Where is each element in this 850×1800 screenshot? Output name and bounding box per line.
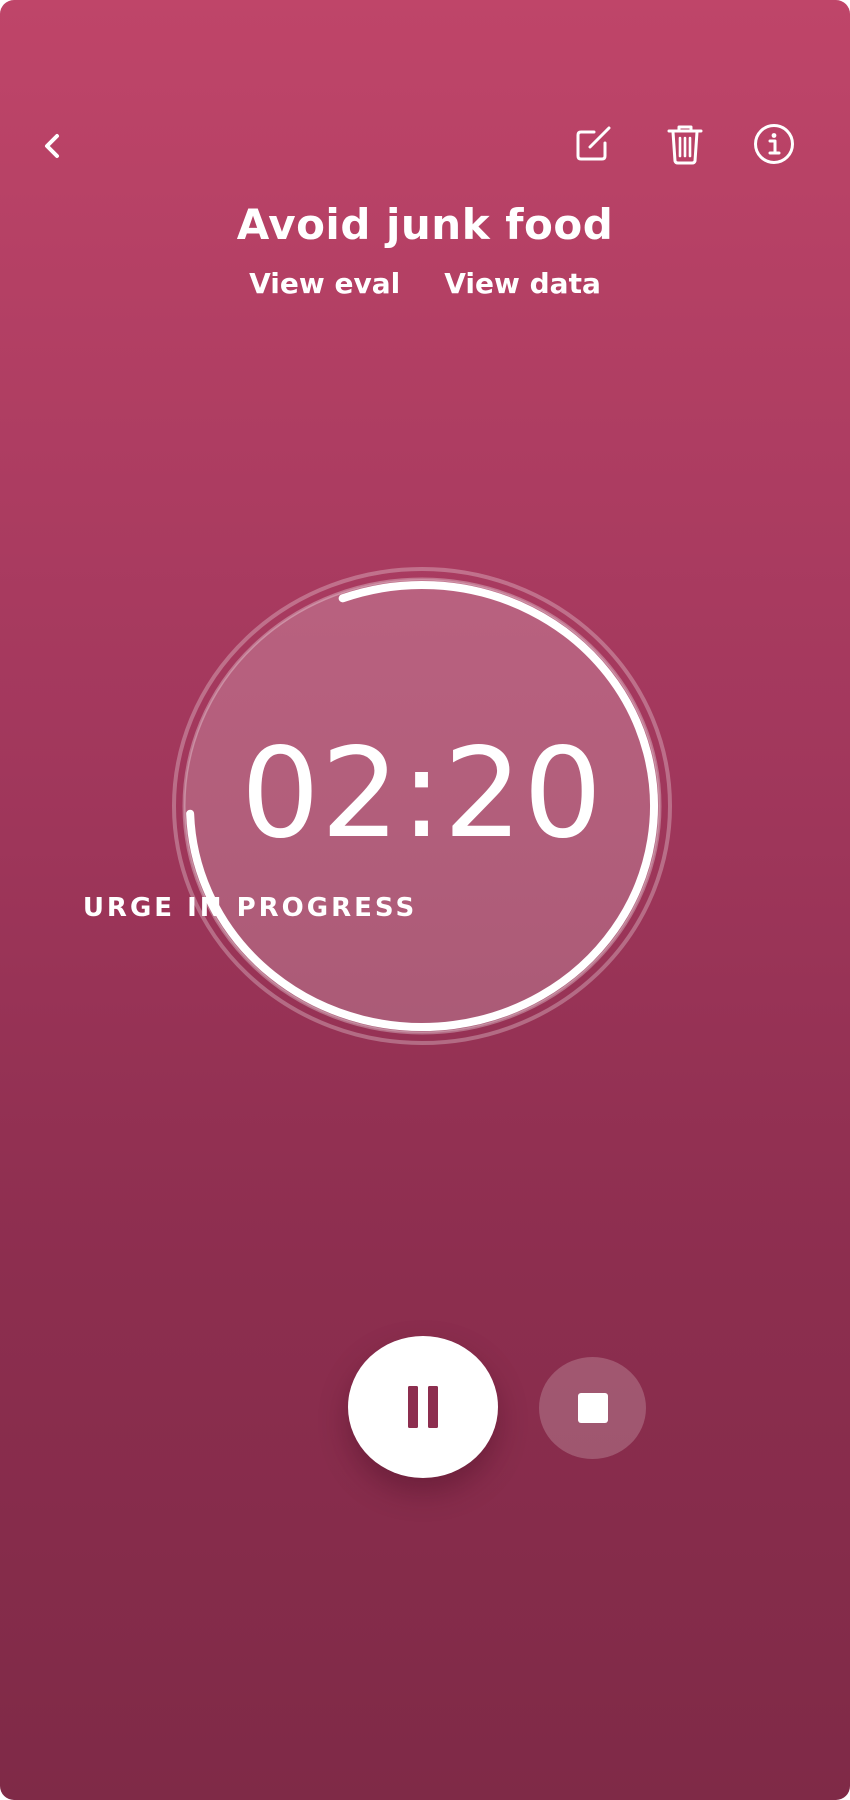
page-title: Avoid junk food	[236, 200, 614, 249]
chevron-left-icon	[45, 134, 59, 158]
info-icon	[754, 124, 794, 164]
urge-timer: 02:20	[172, 567, 672, 1045]
stop-button[interactable]	[539, 1357, 646, 1459]
timer-readout: 02:20	[240, 722, 604, 866]
timer-status-label: URGE IN PROGRESS	[82, 893, 418, 923]
view-eval-link[interactable]: View eval	[249, 264, 400, 304]
stop-icon	[577, 1393, 608, 1423]
edit-button[interactable]	[565, 116, 621, 172]
trash-icon	[667, 125, 703, 165]
pause-icon	[408, 1386, 438, 1428]
info-button[interactable]	[746, 116, 802, 172]
edit-icon	[576, 126, 611, 161]
back-button[interactable]	[25, 118, 81, 174]
delete-button[interactable]	[657, 116, 713, 172]
view-data-link[interactable]: View data	[444, 264, 601, 304]
pause-button[interactable]	[348, 1336, 498, 1478]
view-links: View eval View data	[0, 264, 850, 304]
urge-timer-screen: Avoid junk food View eval View data 02:2…	[0, 0, 850, 1800]
